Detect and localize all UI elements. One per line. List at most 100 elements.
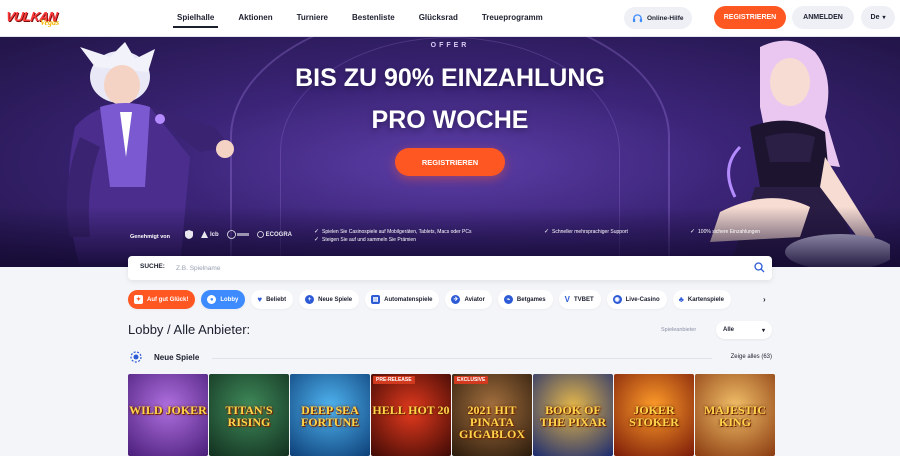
- provider-select[interactable]: Alle ▾: [716, 321, 772, 339]
- game-badge: EXCLUSIVE: [454, 376, 489, 384]
- chip-label: Betgames: [516, 296, 546, 303]
- nav-item-turniere[interactable]: Turniere: [288, 0, 337, 37]
- feature-list-middle: ✓ Schneller mehrsprachiger Support: [544, 228, 628, 236]
- slot-icon: ▤: [371, 295, 381, 304]
- feature-item: ✓ Schneller mehrsprachiger Support: [544, 228, 628, 236]
- game-tile[interactable]: BOOK OF THE PIXAR: [533, 374, 613, 456]
- chip-label: Neue Spiele: [318, 296, 353, 303]
- chip-new-games[interactable]: + Neue Spiele: [299, 290, 360, 309]
- hero-headline-line2: PRO WOCHE: [371, 106, 529, 134]
- register-button[interactable]: REGISTRIEREN: [714, 6, 786, 29]
- chip-label: Auf gut Glück!: [147, 296, 189, 303]
- chip-label: Kartenspiele: [687, 296, 724, 303]
- search-label: SUCHE:: [140, 263, 165, 270]
- cards-icon: ♣: [678, 295, 684, 304]
- nav-item-spielhalle[interactable]: Spielhalle: [168, 0, 223, 37]
- search-input[interactable]: [176, 260, 736, 276]
- lcb-logo: lcb: [201, 231, 219, 238]
- chip-popular[interactable]: ♥ Beliebt: [251, 290, 294, 309]
- game-tile[interactable]: JOKER STOKER: [614, 374, 694, 456]
- chip-tvbet[interactable]: V TVBET: [558, 290, 601, 309]
- check-icon: ✓: [314, 237, 320, 243]
- betgames-icon: ⌁: [503, 295, 513, 304]
- feature-list-right: ✓ 100% sichere Einzahlungen: [690, 228, 760, 236]
- chip-lobby[interactable]: ● Lobby: [201, 290, 246, 309]
- provider-value: Alle: [723, 327, 735, 333]
- chip-label: Aviator: [464, 296, 485, 303]
- game-tile[interactable]: WILD JOKER: [128, 374, 208, 456]
- feature-text: Spielen Sie Casinospiele auf Mobilgeräte…: [322, 229, 472, 235]
- game-badge: PRE-RELEASE: [373, 376, 415, 384]
- check-icon: ✓: [690, 229, 696, 235]
- ecogra-icon: [256, 231, 264, 238]
- lobby-icon: ●: [207, 295, 217, 304]
- login-button[interactable]: ANMELDEN: [792, 6, 854, 29]
- game-title: WILD JOKER: [129, 403, 207, 417]
- chip-betgames[interactable]: ⌁ Betgames: [497, 290, 553, 309]
- brand-sub: Vegas: [40, 18, 60, 27]
- game-title: JOKER STOKER: [629, 403, 679, 429]
- chip-aviator[interactable]: ✈ Aviator: [445, 290, 492, 309]
- game-title: TITAN'S RISING: [225, 403, 273, 429]
- category-chips: ✦ Auf gut Glück! ● Lobby ♥ Beliebt + Neu…: [128, 290, 731, 309]
- feature-text: Schneller mehrsprachiger Support: [552, 229, 628, 235]
- tvbet-icon: V: [564, 295, 570, 304]
- game-tile[interactable]: PRE-RELEASE HELL HOT 20: [371, 374, 451, 456]
- search-icon[interactable]: [754, 262, 765, 273]
- heart-icon: ♥: [257, 295, 263, 304]
- nav-item-bestenliste[interactable]: Bestenliste: [343, 0, 404, 37]
- nav-item-treueprogramm[interactable]: Treueprogramm: [473, 0, 552, 37]
- lobby-title: Lobby / Alle Anbieter:: [128, 322, 251, 337]
- chevron-down-icon: ▾: [761, 327, 765, 334]
- live-icon: ◉: [612, 295, 622, 304]
- chip-label: TVBET: [573, 296, 594, 303]
- shield-icon: [185, 230, 193, 239]
- chip-live-casino[interactable]: ◉ Live-Casino: [606, 290, 667, 309]
- chevron-down-icon: ▾: [882, 15, 886, 21]
- lcb-icon: [201, 231, 208, 238]
- game-title: DEEP SEA FORTUNE: [300, 403, 360, 429]
- provider-label: Spieleanbieter: [661, 327, 697, 333]
- game-tile[interactable]: MAJESTIC KING: [695, 374, 775, 456]
- language-select[interactable]: De ▾: [861, 6, 895, 29]
- feature-item: ✓ Steigen Sie auf und sammeln Sie Prämien: [314, 236, 471, 244]
- chip-card-games[interactable]: ♣ Kartenspiele: [672, 290, 731, 309]
- headset-icon: [632, 13, 643, 22]
- chip-label: Lobby: [220, 296, 239, 303]
- show-all-link[interactable]: Zeige alles (63): [731, 354, 772, 360]
- chip-slots[interactable]: ▤ Automatenspiele: [365, 290, 440, 309]
- search-bar: SUCHE:: [128, 256, 772, 280]
- section-title: Neue Spiele: [154, 353, 200, 362]
- brand-logo[interactable]: VULKAN Vegas: [5, 8, 66, 30]
- main-nav: Spielhalle Aktionen Turniere Bestenliste…: [168, 0, 552, 37]
- game-tile[interactable]: DEEP SEA FORTUNE: [290, 374, 370, 456]
- licensed-by-label: Genehmigt von: [130, 234, 171, 240]
- online-help-button[interactable]: Online-Hilfe: [624, 7, 692, 29]
- feature-text: 100% sichere Einzahlungen: [698, 229, 761, 235]
- section-divider: [212, 358, 712, 359]
- hero-banner: OFFER BIS ZU 90% EINZAHLUNG PRO WOCHE RE…: [0, 37, 900, 267]
- game-title: 2021 HIT PINATA GIGABLOX: [458, 403, 525, 441]
- game-tile[interactable]: EXCLUSIVE 2021 HIT PINATA GIGABLOX: [452, 374, 532, 456]
- site-header: VULKAN Vegas Spielhalle Aktionen Turnier…: [0, 0, 900, 37]
- nav-item-gluecksrad[interactable]: Glücksrad: [410, 0, 467, 37]
- nav-item-aktionen[interactable]: Aktionen: [229, 0, 281, 37]
- game-title: MAJESTIC KING: [703, 403, 766, 429]
- hero-register-button[interactable]: REGISTRIEREN: [395, 148, 505, 176]
- dice-icon: ✦: [134, 295, 143, 304]
- chip-lucky[interactable]: ✦ Auf gut Glück!: [128, 290, 196, 309]
- seal-icon: [226, 230, 249, 239]
- chip-label: Live-Casino: [625, 296, 660, 303]
- language-label: De: [870, 14, 880, 21]
- check-icon: ✓: [314, 229, 320, 235]
- game-title: BOOK OF THE PIXAR: [539, 403, 607, 429]
- chevron-right-icon[interactable]: ›: [763, 295, 766, 304]
- new-games-section-header: Neue Spiele Zeige alles (63): [128, 350, 772, 364]
- license-logos: lcb ECOGRA: [185, 230, 292, 239]
- hero-headline-line1: BIS ZU 90% EINZAHLUNG: [295, 64, 605, 92]
- check-icon: ✓: [544, 229, 550, 235]
- game-tile[interactable]: TITAN'S RISING: [209, 374, 289, 456]
- feature-text: Steigen Sie auf und sammeln Sie Prämien: [322, 237, 416, 243]
- lcb-label: lcb: [210, 231, 219, 238]
- new-games-icon: [130, 351, 142, 363]
